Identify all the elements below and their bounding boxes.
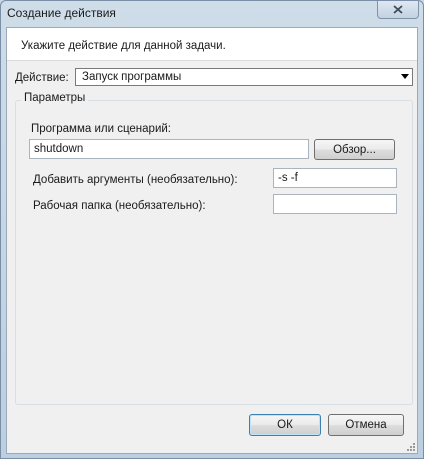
action-select-value: Запуск программы	[82, 71, 182, 83]
resize-grip-icon[interactable]	[405, 441, 415, 451]
arguments-input[interactable]	[273, 168, 397, 188]
dialog-client-area: Укажите действие для данной задачи. Дейс…	[6, 27, 418, 454]
close-button[interactable]	[377, 1, 419, 19]
program-label: Программа или сценарий:	[31, 123, 171, 135]
action-label: Действие:	[15, 72, 69, 84]
action-select[interactable]: Запуск программы	[75, 68, 413, 86]
arguments-label: Добавить аргументы (необязательно):	[33, 174, 238, 186]
chevron-down-icon[interactable]	[401, 74, 409, 79]
cancel-button[interactable]: Отмена	[328, 414, 404, 436]
ok-button[interactable]: ОК	[249, 414, 321, 436]
program-input[interactable]	[29, 139, 309, 159]
title-bar[interactable]: Создание действия	[1, 1, 423, 27]
browse-button[interactable]: Обзор...	[314, 139, 395, 160]
close-icon	[393, 5, 403, 14]
window-title: Создание действия	[7, 6, 116, 20]
header-divider	[7, 60, 417, 61]
dialog-window: Создание действия Укажите действие для д…	[0, 0, 424, 459]
workdir-input[interactable]	[273, 194, 397, 214]
parameters-group-label: Параметры	[21, 92, 89, 104]
workdir-label: Рабочая папка (необязательно):	[33, 200, 206, 212]
header-band: Укажите действие для данной задачи.	[7, 28, 417, 60]
instruction-text: Укажите действие для данной задачи.	[21, 40, 226, 52]
